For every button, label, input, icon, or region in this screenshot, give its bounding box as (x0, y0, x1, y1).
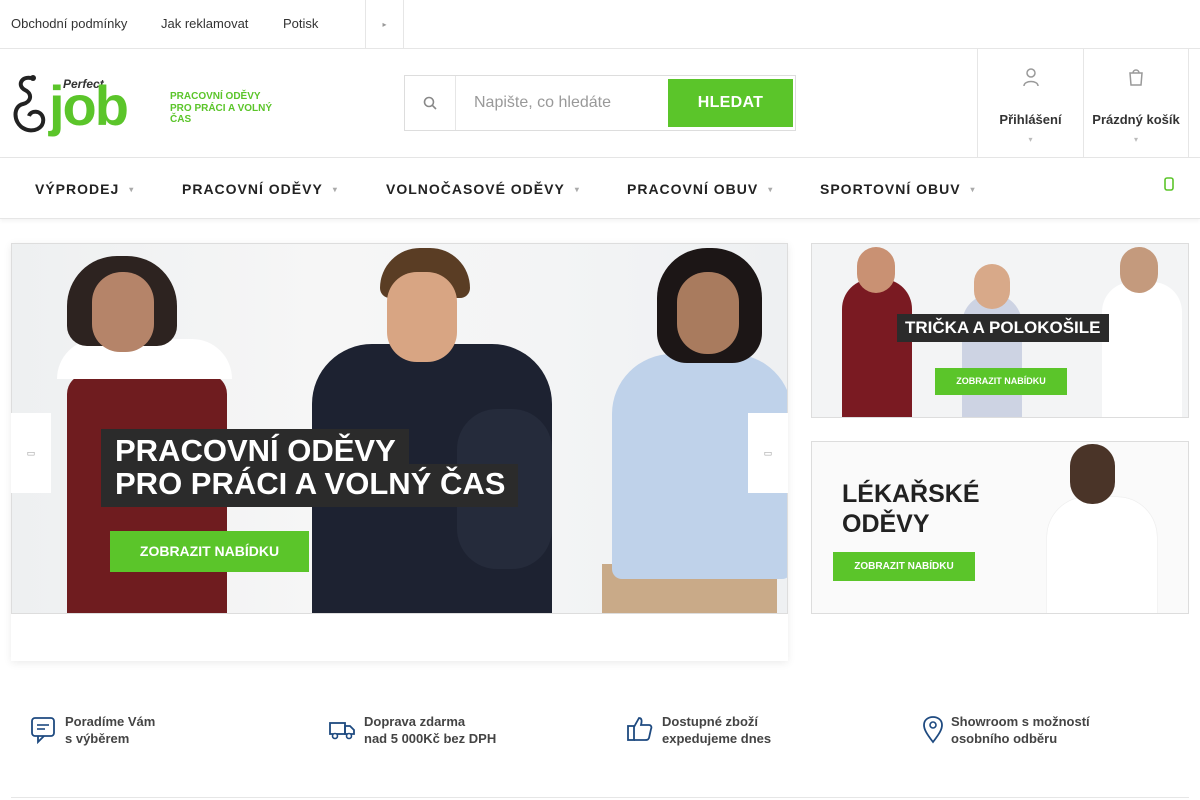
banner-title-line-2: ODĚVY (842, 510, 930, 538)
banner-title-line-1: LÉKAŘSKÉ (842, 480, 980, 508)
banner-title: TRIČKA A POLOKOŠILE (897, 314, 1109, 342)
benefit-line-1: Doprava zdarma (364, 714, 466, 729)
nav-item-sportovni-obuv[interactable]: SPORTOVNÍ OBUV ▾ (820, 158, 976, 218)
hero-model-face (677, 272, 739, 354)
nav-item-label: VOLNOČASOVÉ ODĚVY (386, 181, 565, 197)
banner-model (1102, 282, 1182, 417)
benefit-line-1: Dostupné zboží (662, 714, 759, 729)
slider-next-button[interactable]: ▭ (748, 413, 788, 493)
banner-model-head (1070, 444, 1115, 504)
location-pin-icon (923, 716, 943, 744)
chevron-down-icon: ▾ (768, 185, 774, 195)
search-icon[interactable] (405, 76, 456, 130)
chevron-down-icon: ▾ (574, 185, 580, 195)
hero-title-line-2: PRO PRÁCI A VOLNÝ ČAS (101, 464, 519, 507)
cart-label: Prázdný košík (1092, 112, 1180, 127)
benefit-line-2: nad 5 000Kč bez DPH (364, 731, 497, 746)
nav-item-pracovni-odevy[interactable]: PRACOVNÍ ODĚVY ▾ (182, 158, 338, 218)
hero-slide[interactable]: PRACOVNÍ ODĚVY PRO PRÁCI A VOLNÝ ČAS ZOB… (11, 243, 788, 614)
more-links-toggle[interactable]: ▸ (365, 0, 404, 48)
site-logo[interactable]: Perfect job PRACOVNÍ ODĚVY PRO PRÁCI A V… (11, 72, 291, 134)
chevron-down-icon: ▾ (129, 185, 135, 195)
hero-cta-button[interactable]: ZOBRAZIT NABÍDKU (110, 531, 309, 572)
arrow-right-icon: ▭ (763, 447, 773, 458)
hero-model-face (92, 272, 154, 352)
link-potisk[interactable]: Potisk (283, 0, 318, 48)
logo-tagline-1: PRACOVNÍ ODĚVY (170, 91, 261, 102)
site-header: Perfect job PRACOVNÍ ODĚVY PRO PRÁCI A V… (0, 49, 1200, 158)
search-button[interactable]: HLEDAT (668, 79, 793, 127)
arrow-left-icon: ▭ (26, 447, 36, 458)
banner-model-head (1120, 247, 1158, 293)
main-navigation: VÝPRODEJ ▾ PRACOVNÍ ODĚVY ▾ VOLNOČASOVÉ OD… (0, 158, 1200, 219)
nav-item-label: VÝPRODEJ (35, 181, 120, 197)
hero-model-face (387, 272, 457, 362)
benefit-line-1: Showroom s možností (951, 714, 1090, 729)
truck-icon (329, 722, 355, 740)
link-obchodni-podminky[interactable]: Obchodní podmínky (11, 0, 127, 48)
banner-cta-button[interactable]: ZOBRAZIT NABÍDKU (935, 368, 1067, 395)
benefit-line-1: Poradíme Vám (65, 714, 156, 729)
nav-item-pracovni-obuv[interactable]: PRACOVNÍ OBUV ▾ (627, 158, 773, 218)
chevron-down-icon: ▾ (1028, 135, 1033, 144)
login-button[interactable]: Přihlášení ▾ (977, 49, 1083, 157)
chevron-down-icon: ▾ (332, 185, 338, 195)
banner-tricka-polokosile[interactable]: TRIČKA A POLOKOŠILE ZOBRAZIT NABÍDKU (811, 243, 1189, 418)
chevron-right-icon: ▸ (382, 19, 387, 29)
benefit-line-2: expedujeme dnes (662, 731, 772, 746)
benefit-line-2: osobního odběru (951, 731, 1058, 746)
banner-model (962, 294, 1022, 417)
top-links-bar: Obchodní podmínky Jak reklamovat Potisk … (0, 0, 1200, 49)
nav-item-label: PRACOVNÍ OBUV (627, 181, 759, 197)
nav-item-label: SPORTOVNÍ OBUV (820, 181, 961, 197)
banner-model-head (857, 247, 895, 293)
chevron-down-icon: ▾ (970, 185, 976, 195)
thumbs-up-icon (627, 717, 653, 741)
banner-model (1047, 497, 1157, 613)
chevron-down-icon: ▾ (1133, 135, 1138, 144)
cart-icon (1084, 67, 1188, 92)
nav-item-volnocasove-odevy[interactable]: VOLNOČASOVÉ ODĚVY ▾ (386, 158, 580, 218)
login-label: Přihlášení (999, 112, 1062, 127)
search-box: HLEDAT (404, 75, 796, 131)
benefit-line-2: s výběrem (65, 731, 130, 746)
banner-cta-button[interactable]: ZOBRAZIT NABÍDKU (833, 552, 975, 581)
chat-icon (31, 717, 55, 744)
logo-tagline-2: PRO PRÁCI A VOLNÝ ČAS (170, 103, 273, 125)
slider-prev-button[interactable]: ▭ (11, 413, 51, 493)
link-jak-reklamovat[interactable]: Jak reklamovat (161, 0, 248, 48)
banner-model-head (974, 264, 1010, 309)
search-input[interactable] (474, 76, 664, 130)
nav-item-label: PRACOVNÍ ODĚVY (182, 181, 323, 197)
logo-job-text: job (49, 74, 129, 137)
divider (11, 797, 1189, 798)
banner-lekarske-odevy[interactable]: LÉKAŘSKÉ ODĚVY ZOBRAZIT NABÍDKU (811, 441, 1189, 614)
swan-logo-icon (13, 75, 46, 133)
banner-model (842, 279, 912, 417)
nav-item-vyprodej[interactable]: VÝPRODEJ ▾ (35, 158, 134, 218)
cart-button[interactable]: Prázdný košík ▾ (1083, 49, 1189, 157)
user-icon (978, 67, 1083, 92)
heart-icon[interactable] (1163, 176, 1183, 200)
